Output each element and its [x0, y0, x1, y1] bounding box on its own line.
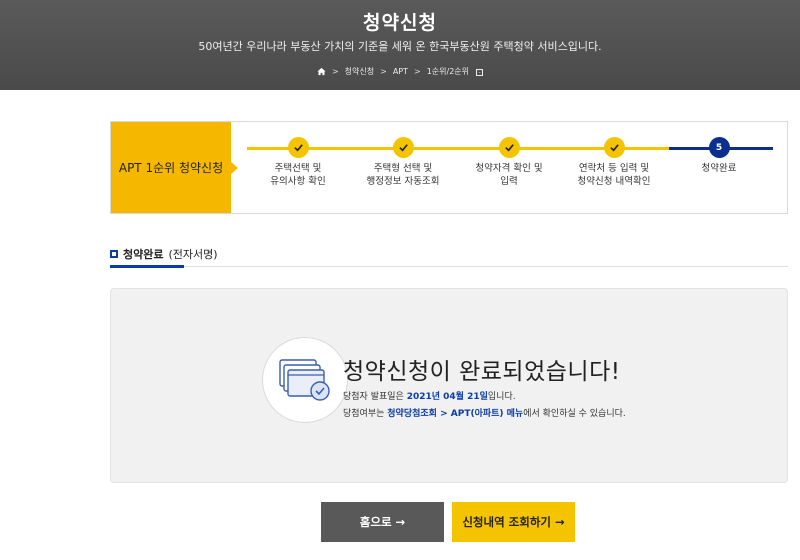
result-check-text: 당첨여부는 청약당첨조회 > APT(아파트) 메뉴에서 확인하실 수 있습니다…	[343, 409, 626, 419]
completion-title: 청약신청이 완료되었습니다!	[343, 359, 621, 385]
step-3: 청약자격 확인 및 입력	[454, 137, 564, 188]
breadcrumb-separator: >	[331, 67, 339, 76]
application-complete-icon	[262, 337, 348, 423]
arrow-right-icon: →	[395, 515, 406, 529]
check-icon	[603, 137, 625, 158]
section-heading: 청약완료 (전자서명)	[110, 246, 218, 262]
check-icon	[498, 137, 520, 158]
home-icon[interactable]	[317, 67, 326, 76]
check-icon	[392, 137, 414, 158]
square-bullet-icon	[110, 250, 118, 258]
view-history-button[interactable]: 신청내역 조회하기 →	[452, 502, 575, 542]
section-title: 청약완료	[123, 248, 164, 261]
announcement-date-text: 당첨자 발표일은 2021년 04월 21일입니다.	[343, 392, 516, 402]
step-panel-title: APT 1순위 청약신청	[111, 122, 238, 213]
step-2: 주택형 선택 및 행정정보 자동조회	[348, 137, 458, 188]
breadcrumb-item[interactable]: APT	[393, 67, 408, 76]
result-menu-path: 청약당첨조회 > APT(아파트) 메뉴	[387, 409, 524, 419]
step-label: 연락처 등 입력 및 청약신청 내역확인	[577, 163, 651, 187]
completion-box: 청약신청이 완료되었습니다! 당첨자 발표일은 2021년 04월 21일입니다…	[110, 288, 788, 483]
breadcrumb-separator: >	[414, 67, 421, 76]
arrow-right-icon: →	[555, 515, 565, 529]
step-progress: APT 1순위 청약신청 주택선택 및 유의사항 확인 주택형 선택 및 행정정보 …	[110, 121, 788, 214]
step-number-badge: 5	[708, 137, 730, 158]
page-banner: 청약신청 50여년간 우리나라 부동산 가치의 기준을 세워 온 한국부동산원 …	[0, 0, 800, 90]
step-label: 청약완료	[701, 163, 737, 174]
step-label: 주택선택 및 유의사항 확인	[270, 163, 326, 187]
step-1: 주택선택 및 유의사항 확인	[243, 137, 353, 188]
step-label: 청약자격 확인 및 입력	[475, 163, 543, 187]
section-subtitle: (전자서명)	[168, 248, 218, 261]
dropdown-box-icon[interactable]: -	[476, 69, 484, 76]
breadcrumb-separator: >	[380, 67, 387, 76]
home-button[interactable]: 홈으로 →	[321, 502, 444, 542]
page-title: 청약신청	[363, 12, 437, 34]
step-4: 연락처 등 입력 및 청약신청 내역확인	[559, 137, 669, 188]
page-subtitle: 50여년간 우리나라 부동산 가치의 기준을 세워 온 한국부동산원 주택청약 …	[198, 40, 602, 53]
breadcrumb-item[interactable]: 청약신청	[345, 66, 374, 77]
step-label: 주택형 선택 및 행정정보 자동조회	[366, 163, 440, 187]
step-5-current: 5 청약완료	[664, 137, 774, 175]
section-divider	[110, 266, 788, 267]
announcement-date: 2021년 04월 21일	[406, 392, 488, 402]
section-divider-accent	[110, 265, 184, 268]
check-icon	[287, 137, 309, 158]
breadcrumb: > 청약신청 > APT > 1순위/2순위 -	[0, 66, 800, 77]
breadcrumb-item[interactable]: 1순위/2순위	[427, 66, 469, 77]
